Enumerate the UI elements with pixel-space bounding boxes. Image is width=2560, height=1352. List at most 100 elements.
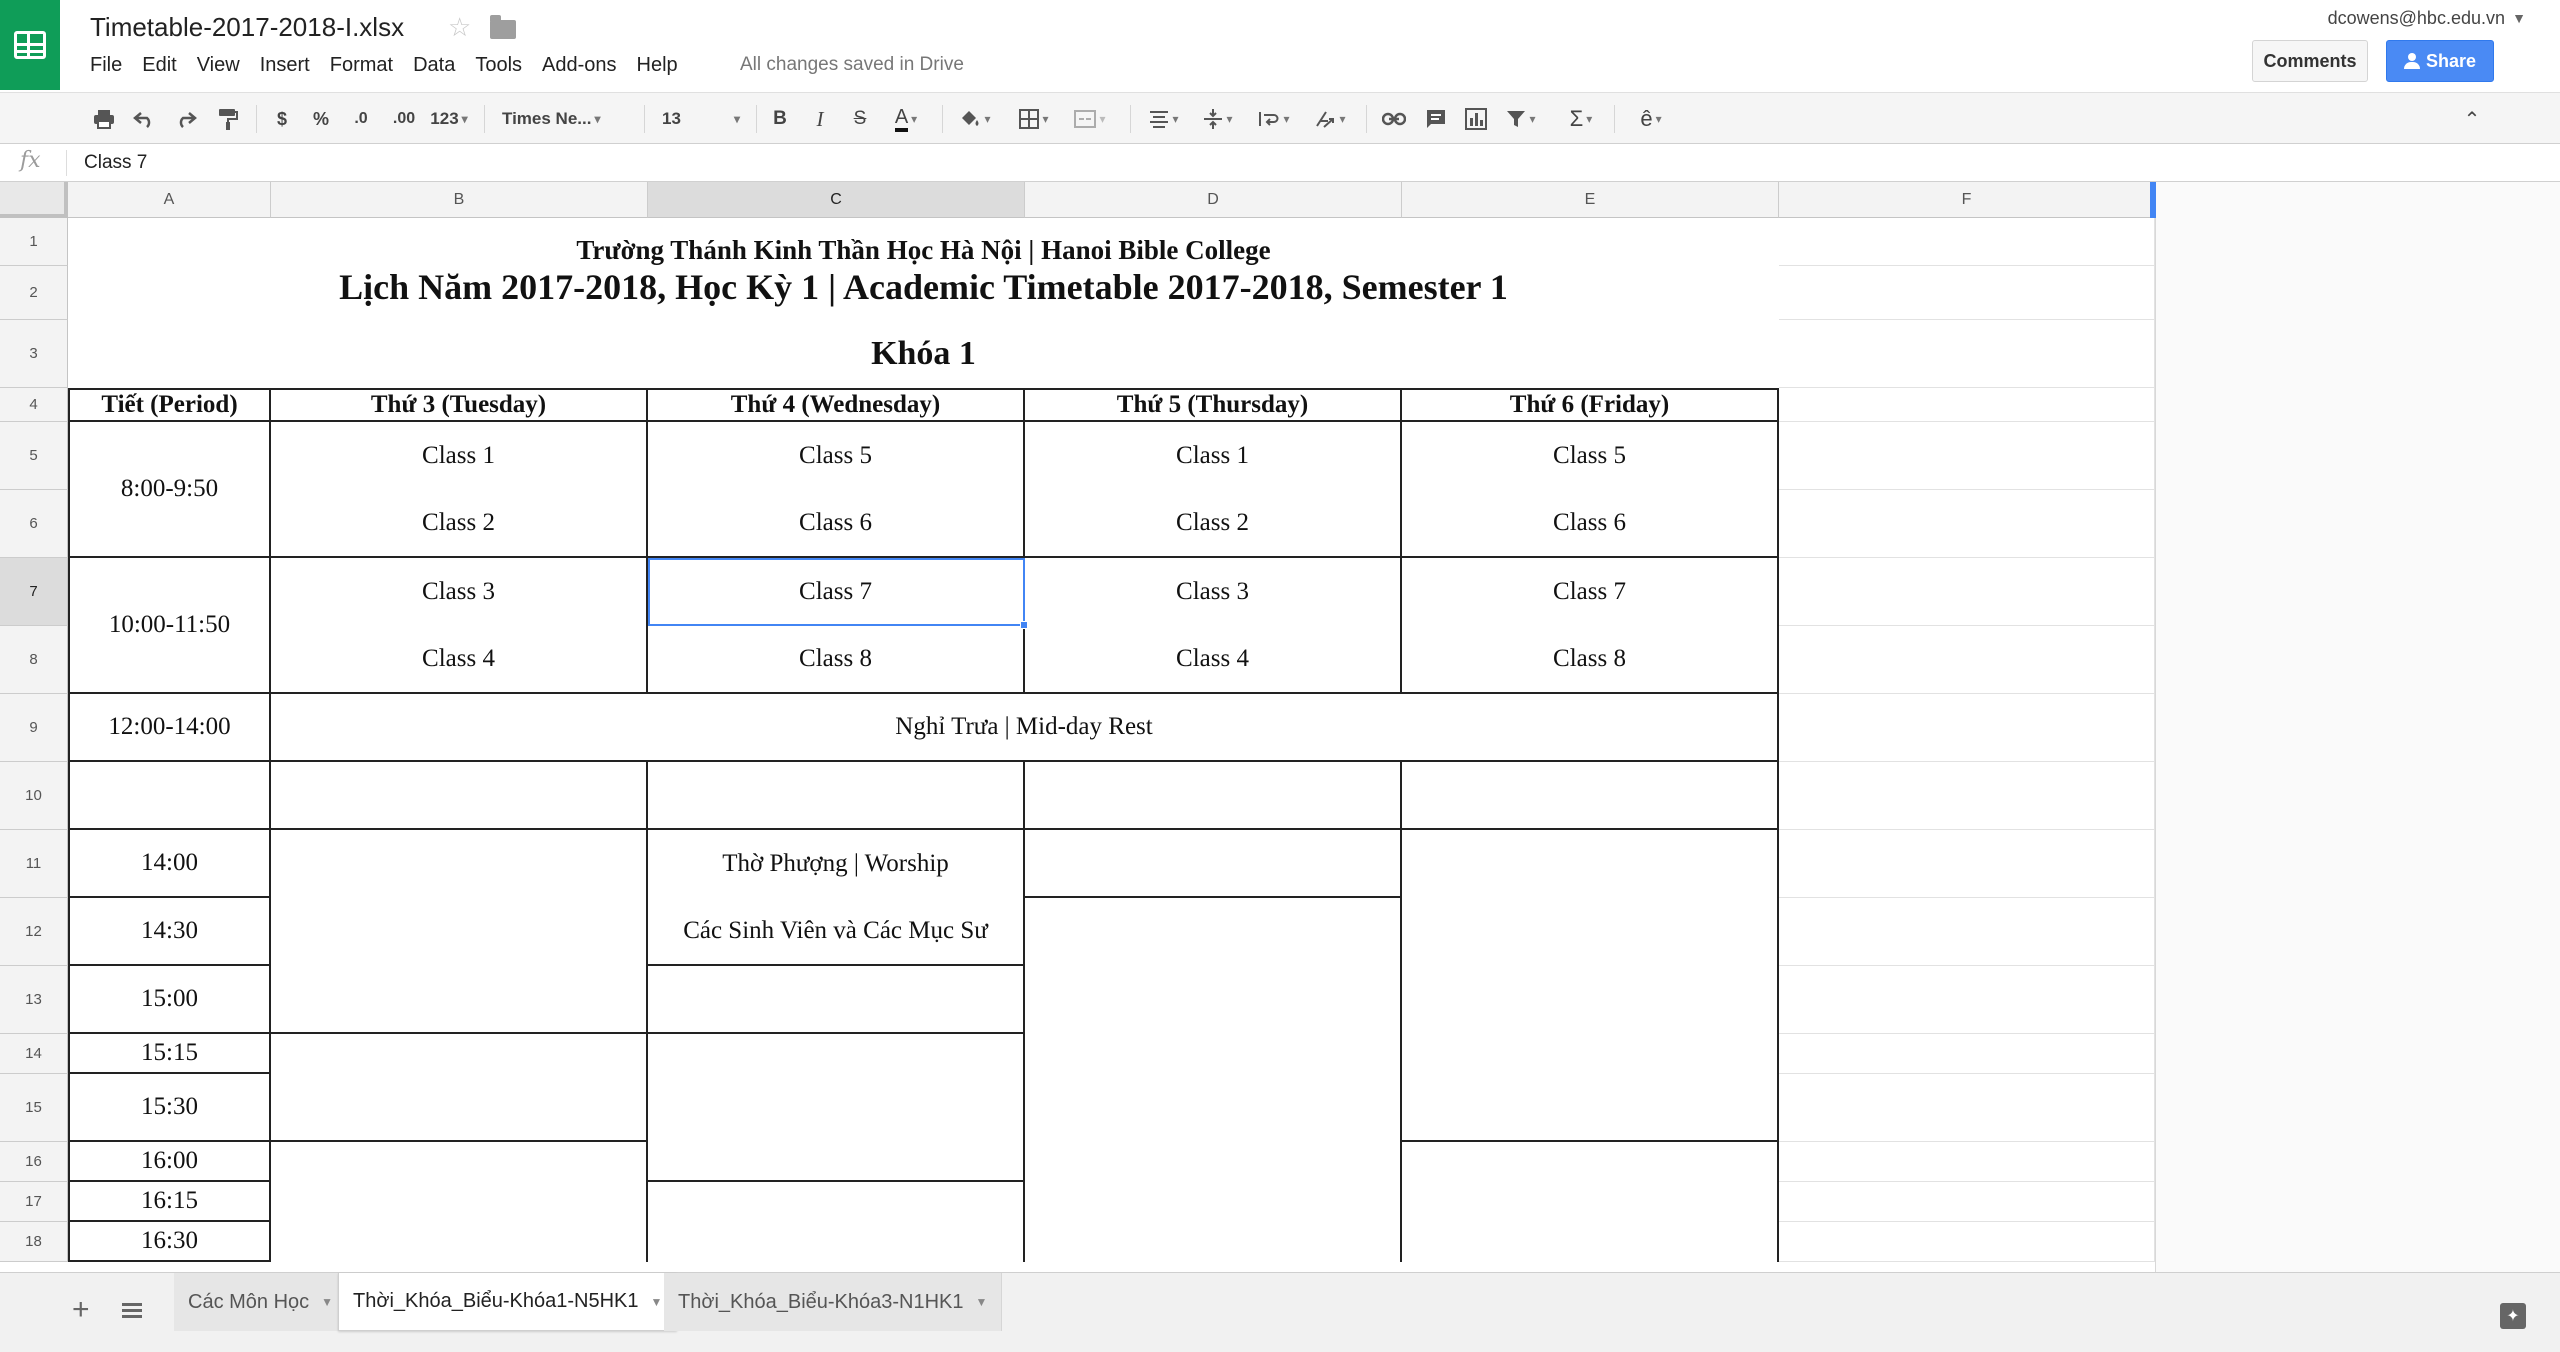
- column-header-b[interactable]: B: [271, 182, 648, 218]
- row-header-9[interactable]: 9: [0, 694, 68, 762]
- currency-format-button[interactable]: $: [268, 103, 296, 135]
- row-header-1[interactable]: 1: [0, 218, 68, 266]
- explore-icon[interactable]: ✦: [2500, 1303, 2526, 1329]
- cell-class[interactable]: Class 6: [648, 490, 1025, 558]
- horizontal-align-icon[interactable]: [1142, 103, 1186, 135]
- row-header-8[interactable]: 8: [0, 626, 68, 694]
- cell-time[interactable]: 16:30: [68, 1222, 271, 1262]
- insert-chart-icon[interactable]: [1460, 103, 1492, 135]
- sheet-tab-khoa3[interactable]: Thời_Khóa_Biểu-Khóa3-N1HK1 ▼: [664, 1273, 1003, 1331]
- increase-decimal-button[interactable]: .00: [384, 103, 424, 135]
- row-header-18[interactable]: 18: [0, 1222, 68, 1262]
- cell-class[interactable]: Class 1: [1025, 422, 1402, 490]
- cell-class[interactable]: Class 7: [1402, 558, 1779, 626]
- formula-input[interactable]: Class 7: [84, 152, 147, 174]
- cell-empty[interactable]: [648, 762, 1025, 830]
- menu-data[interactable]: Data: [403, 52, 465, 79]
- cell-empty[interactable]: [1402, 762, 1779, 830]
- cell-course[interactable]: Khóa 1: [68, 320, 1779, 388]
- row-header-10[interactable]: 10: [0, 762, 68, 830]
- chevron-down-icon[interactable]: ▼: [976, 1295, 988, 1309]
- cell-empty[interactable]: [271, 762, 648, 830]
- row-header-5[interactable]: 5: [0, 422, 68, 490]
- user-email[interactable]: dcowens@hbc.edu.vn: [2328, 8, 2505, 29]
- cell-class[interactable]: Class 5: [1402, 422, 1779, 490]
- italic-button[interactable]: I: [806, 103, 834, 135]
- cell-timetable-title[interactable]: Lịch Năm 2017-2018, Học Kỳ 1 | Academic …: [68, 266, 1779, 320]
- row-header-4[interactable]: 4: [0, 388, 68, 422]
- cell-period-lunch[interactable]: 12:00-14:00: [68, 694, 271, 762]
- all-sheets-menu-icon[interactable]: [122, 1303, 142, 1319]
- cell-time[interactable]: 16:15: [68, 1182, 271, 1222]
- sheet-tab-khoa1[interactable]: Thời_Khóa_Biểu-Khóa1-N5HK1 ▼: [338, 1273, 678, 1331]
- cell-time[interactable]: 15:15: [68, 1034, 271, 1074]
- vertical-align-icon[interactable]: [1196, 103, 1240, 135]
- cell-class[interactable]: Class 3: [1025, 558, 1402, 626]
- save-status[interactable]: All changes saved in Drive: [740, 54, 964, 76]
- sheet-tab-cac-mon-hoc[interactable]: Các Môn Học ▼: [174, 1273, 349, 1331]
- filter-icon[interactable]: [1498, 103, 1544, 135]
- redo-icon[interactable]: [170, 103, 202, 135]
- cell-class[interactable]: Class 6: [1402, 490, 1779, 558]
- functions-icon[interactable]: Σ: [1558, 103, 1604, 135]
- star-icon[interactable]: ☆: [448, 12, 471, 43]
- header-tuesday[interactable]: Thứ 3 (Tuesday): [271, 388, 648, 422]
- text-rotate-icon[interactable]: [1306, 103, 1354, 135]
- sheets-logo-icon[interactable]: [0, 0, 60, 90]
- input-tools-icon[interactable]: ê: [1628, 103, 1674, 135]
- cell-empty[interactable]: [1025, 830, 1402, 898]
- menu-insert[interactable]: Insert: [250, 52, 320, 79]
- cell-empty[interactable]: [68, 762, 271, 830]
- comments-button[interactable]: Comments: [2252, 40, 2368, 82]
- cell-class[interactable]: Class 3: [271, 558, 648, 626]
- cell-time[interactable]: 16:00: [68, 1142, 271, 1182]
- row-header-6[interactable]: 6: [0, 490, 68, 558]
- row-header-12[interactable]: 12: [0, 898, 68, 966]
- cell-empty[interactable]: [1025, 762, 1402, 830]
- cell-empty[interactable]: [648, 966, 1025, 1034]
- fill-handle[interactable]: [1020, 621, 1028, 629]
- cell-time[interactable]: 15:00: [68, 966, 271, 1034]
- fill-color-icon[interactable]: [952, 103, 998, 135]
- cell-time[interactable]: 14:00: [68, 830, 271, 898]
- menu-help[interactable]: Help: [627, 52, 688, 79]
- cell-time[interactable]: 14:30: [68, 898, 271, 966]
- cell-empty[interactable]: [1402, 830, 1779, 1142]
- cell-empty[interactable]: [271, 830, 648, 898]
- cell-class[interactable]: Class 2: [1025, 490, 1402, 558]
- font-size-select[interactable]: 13 ▾: [656, 103, 746, 135]
- cell-worship[interactable]: Thờ Phượng | Worship: [648, 830, 1025, 898]
- row-header-14[interactable]: 14: [0, 1034, 68, 1074]
- cell-class-selected[interactable]: Class 7: [648, 558, 1025, 626]
- menu-addons[interactable]: Add-ons: [532, 52, 627, 79]
- cell-empty[interactable]: [1402, 1142, 1779, 1262]
- row-header-3[interactable]: 3: [0, 320, 68, 388]
- column-header-c[interactable]: C: [648, 182, 1025, 218]
- cell-empty[interactable]: [648, 1034, 1025, 1182]
- font-family-select[interactable]: Times Ne...: [496, 103, 632, 135]
- menu-view[interactable]: View: [187, 52, 250, 79]
- cell-empty[interactable]: [271, 898, 648, 1034]
- cell-class[interactable]: Class 4: [271, 626, 648, 694]
- header-friday[interactable]: Thứ 6 (Friday): [1402, 388, 1779, 422]
- paint-format-icon[interactable]: [212, 103, 244, 135]
- row-header-16[interactable]: 16: [0, 1142, 68, 1182]
- chevron-down-icon[interactable]: ▼: [321, 1295, 333, 1309]
- header-thursday[interactable]: Thứ 5 (Thursday): [1025, 388, 1402, 422]
- percent-format-button[interactable]: %: [306, 103, 336, 135]
- chevron-down-icon[interactable]: ▼: [2512, 10, 2526, 26]
- text-wrap-icon[interactable]: [1250, 103, 1298, 135]
- cell-empty[interactable]: [648, 1182, 1025, 1262]
- row-header-11[interactable]: 11: [0, 830, 68, 898]
- cell-class[interactable]: Class 8: [648, 626, 1025, 694]
- cell-class[interactable]: Class 4: [1025, 626, 1402, 694]
- folder-icon[interactable]: [490, 15, 516, 39]
- column-resize-handle[interactable]: [2150, 182, 2156, 218]
- row-header-15[interactable]: 15: [0, 1074, 68, 1142]
- menu-file[interactable]: File: [80, 52, 132, 79]
- insert-link-icon[interactable]: [1378, 103, 1410, 135]
- cell-empty[interactable]: [1025, 898, 1402, 1262]
- column-header-f[interactable]: F: [1779, 182, 2155, 218]
- cell-class[interactable]: Class 2: [271, 490, 648, 558]
- share-button[interactable]: Share: [2386, 40, 2494, 82]
